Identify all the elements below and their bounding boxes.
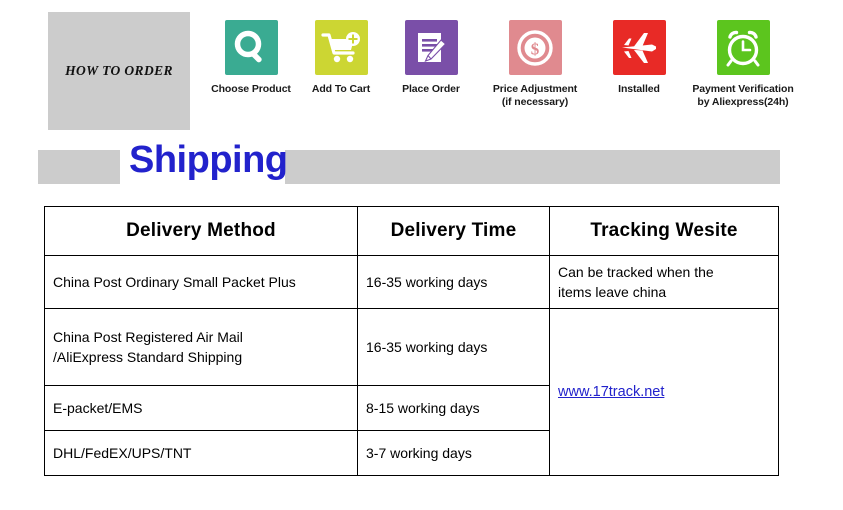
shipping-title: Shipping xyxy=(129,139,288,181)
dollar-coin-icon-tile: $ xyxy=(508,20,562,75)
step-label: Payment Verification by Aliexpress(24h) xyxy=(692,83,794,109)
document-pen-icon-tile xyxy=(404,20,458,75)
shipping-table: Delivery Method Delivery Time Tracking W… xyxy=(44,206,779,476)
document-pen-icon xyxy=(418,32,447,62)
step-price-adjustment: $ Price Adjustment (if necessary) xyxy=(476,20,594,109)
table-row: China Post Registered Air Mail /AliExpre… xyxy=(44,308,779,476)
shipping-banner-bar-left xyxy=(38,150,120,184)
cell-delivery-time: 16-35 working days xyxy=(357,255,550,309)
step-payment-verification: Payment Verification by Aliexpress(24h) xyxy=(684,20,802,109)
step-place-order: Place Order xyxy=(386,20,476,96)
shipping-banner: Shipping xyxy=(0,141,843,190)
step-label: Add To Cart xyxy=(311,83,371,95)
cell-delivery-time: 8-15 working days xyxy=(357,385,550,431)
step-add-to-cart: Add To Cart xyxy=(296,20,386,96)
shopping-cart-plus-icon-tile xyxy=(314,20,368,75)
cell-delivery-method: China Post Ordinary Small Packet Plus xyxy=(44,255,358,309)
cell-delivery-time: 3-7 working days xyxy=(357,430,550,476)
cell-tracking-note: Can be tracked when the items leave chin… xyxy=(549,255,779,309)
column-header-delivery-time: Delivery Time xyxy=(357,206,550,256)
alarm-clock-icon xyxy=(726,30,760,66)
step-label: Choose Product xyxy=(211,83,291,95)
table-row: China Post Ordinary Small Packet Plus 16… xyxy=(44,255,779,309)
airplane-icon xyxy=(622,32,656,63)
step-label: Installed xyxy=(618,83,660,95)
cell-delivery-time: 16-35 working days xyxy=(357,308,550,386)
table-header-row: Delivery Method Delivery Time Tracking W… xyxy=(44,206,779,256)
shopping-cart-plus-icon xyxy=(321,31,360,62)
step-label: Place Order xyxy=(402,83,460,95)
svg-text:$: $ xyxy=(531,39,540,58)
column-header-tracking-website: Tracking Wesite xyxy=(549,206,779,256)
cell-tracking-website: www.17track.net xyxy=(549,308,779,476)
shipping-banner-bar-right xyxy=(285,150,780,184)
how-to-order-label: HOW TO ORDER xyxy=(65,63,173,78)
cell-delivery-method: China Post Registered Air Mail /AliExpre… xyxy=(44,308,358,386)
dollar-coin-icon: $ xyxy=(517,29,553,66)
step-choose-product: Choose Product xyxy=(206,20,296,96)
magnifier-icon xyxy=(234,30,262,62)
column-header-delivery-method: Delivery Method xyxy=(44,206,358,256)
tracking-website-link[interactable]: www.17track.net xyxy=(558,384,664,400)
how-to-order-box: HOW TO ORDER xyxy=(48,12,190,130)
step-label: Price Adjustment (if necessary) xyxy=(492,83,578,109)
step-installed: Installed xyxy=(594,20,684,96)
cell-delivery-method: E-packet/EMS xyxy=(44,385,358,431)
cell-delivery-method: DHL/FedEX/UPS/TNT xyxy=(44,430,358,476)
airplane-icon-tile xyxy=(612,20,666,75)
order-steps-strip: Choose Product Add To Cart Place Order $… xyxy=(206,20,806,132)
alarm-clock-icon-tile xyxy=(716,20,770,75)
magnifier-icon-tile xyxy=(224,20,278,75)
